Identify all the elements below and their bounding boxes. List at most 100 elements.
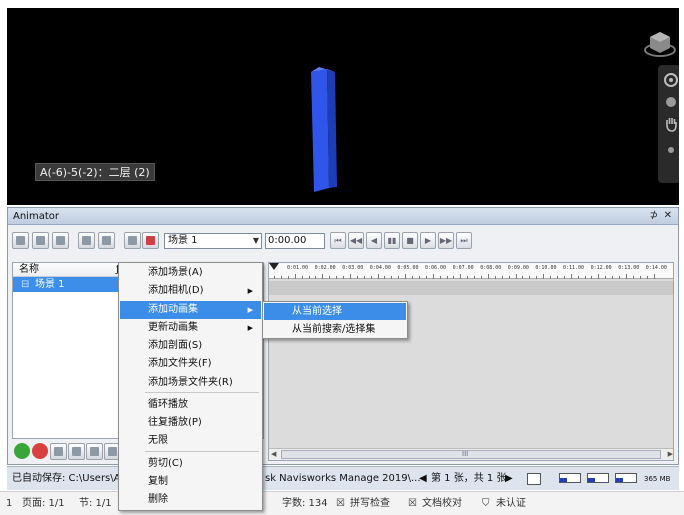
blue-column-object[interactable] (309, 66, 339, 194)
animator-toolbar: 场景 1 ▼ 0:00.00 ⏮ ◀◀ ◀ ▮▮ ■ ▶ ▶▶ ⏭ (8, 228, 680, 254)
3d-viewport[interactable]: A(-6)-5(-2)：二层 (2) (7, 8, 679, 205)
ruler-mark (287, 276, 289, 279)
submenu-item[interactable]: 从当前搜索/选择集 (264, 321, 406, 338)
ruler-tick-label: 0:14.00 (645, 265, 667, 271)
expand-icon[interactable]: ⊟ (21, 277, 29, 292)
submenu-item[interactable]: 从当前选择 (264, 303, 406, 320)
ruler-mark (625, 274, 627, 279)
fast-forward-icon[interactable]: ⏭ (456, 232, 472, 249)
ruler-mark (598, 274, 600, 279)
capture-keyframe-icon[interactable] (78, 232, 95, 249)
ruler-mark (453, 276, 455, 279)
ruler-mark (632, 276, 634, 279)
context-menu: 添加场景(A) 添加相机(D) ▶ 添加动画集 ▶ 更新动画集 ▶ 添加剖面(S) 添加文件夹(… (118, 262, 263, 511)
play-icon[interactable]: ▶ (420, 232, 436, 249)
ruler-tick-label: 0:11.00 (563, 265, 585, 271)
pin-icon[interactable]: ⊅ (650, 209, 658, 223)
word-count[interactable]: 字数: 134 (282, 495, 328, 513)
step-forward-icon[interactable]: ▶▶ (438, 232, 454, 249)
ruler-mark (605, 276, 607, 279)
remove-icon[interactable] (32, 443, 48, 459)
ruler-mark (412, 276, 413, 279)
ruler-mark (487, 274, 489, 279)
ruler-mark (384, 276, 386, 279)
ruler-mark (474, 276, 476, 279)
ruler-tick-label: 0:05.00 (397, 265, 419, 271)
toggle-snap-icon[interactable] (124, 232, 141, 249)
context-menu-item[interactable]: 添加相机(D) ▶ (120, 282, 261, 300)
ruler-tick-label: 0:01.00 (287, 265, 309, 271)
section-count[interactable]: 节: 1/1 (79, 495, 112, 513)
stop-icon[interactable]: ■ (402, 232, 418, 249)
spell-check-icon[interactable]: ☒ (336, 495, 345, 513)
context-menu-item[interactable]: 添加场景文件夹(R) (120, 374, 261, 392)
zoom-in-icon[interactable] (86, 443, 103, 460)
context-menu-item[interactable]: 往复播放(P) (120, 414, 261, 432)
ruler-mark (639, 276, 641, 279)
proofread-label[interactable]: 文档校对 (422, 495, 462, 513)
proofread-icon[interactable]: ☒ (408, 495, 417, 513)
context-menu-item[interactable]: 无限 (120, 432, 261, 450)
menu-separator (145, 451, 259, 452)
context-menu-item[interactable]: 添加场景(A) (120, 264, 261, 282)
next-sheet-icon[interactable]: ▶ (505, 467, 513, 491)
add-animation-set-icon[interactable] (32, 232, 49, 249)
scroll-right-icon[interactable]: ▶ (668, 449, 673, 460)
move-down-icon[interactable] (68, 443, 85, 460)
tree-row-label: 场景 1 (35, 279, 65, 290)
scene-select[interactable]: 场景 1 ▼ (164, 233, 262, 249)
timeline-track-scene-1[interactable] (269, 281, 673, 295)
move-up-icon[interactable] (50, 443, 67, 460)
ruler-tick-label: 0:06.00 (425, 265, 447, 271)
add-icon[interactable] (14, 443, 30, 459)
context-menu-item[interactable]: 更新动画集 ▶ (120, 319, 261, 337)
steering-wheel-icon[interactable] (658, 69, 679, 91)
context-menu-item[interactable]: 循环播放 (120, 396, 261, 414)
viewcube-icon[interactable] (643, 26, 677, 60)
context-menu-item[interactable]: 删除 (120, 491, 261, 509)
orbit-icon[interactable] (658, 91, 679, 113)
spell-check-label[interactable]: 拼写检查 (350, 495, 390, 513)
time-field[interactable]: 0:00.00 (265, 233, 325, 249)
ruler-tick-label: 0:07.00 (452, 265, 474, 271)
context-menu-item[interactable]: 添加文件夹(F) (120, 355, 261, 373)
context-menu-item[interactable]: 添加动画集 ▶ (120, 301, 261, 319)
ruler-mark (501, 276, 503, 279)
memory-usage: 365 MB (644, 475, 671, 483)
pause-icon[interactable]: ▮▮ (384, 232, 400, 249)
playhead-marker[interactable] (269, 263, 279, 270)
context-menu-item[interactable]: 添加剖面(S) (120, 337, 261, 355)
context-menu-item[interactable]: 剪切(C) (120, 455, 261, 473)
close-icon[interactable]: ✕ (664, 209, 672, 223)
chevron-down-icon: ▼ (252, 236, 259, 245)
zoom-icon[interactable] (658, 139, 679, 161)
rewind-icon[interactable]: ⏮ (330, 232, 346, 249)
pencil-gauge (559, 473, 581, 483)
toggle-translate-icon[interactable] (98, 232, 115, 249)
ruler-mark (425, 276, 427, 279)
ruler-mark (550, 276, 551, 279)
step-back-icon[interactable]: ◀◀ (348, 232, 364, 249)
ruler-tick-label: 0:12.00 (590, 265, 612, 271)
timeline-scrollbar[interactable]: ◀ III ▶ (269, 448, 673, 460)
prev-sheet-icon[interactable]: ◀ (419, 467, 427, 491)
context-menu-item-label: 更新动画集 (148, 322, 198, 333)
update-animation-set-icon[interactable] (52, 232, 69, 249)
sheet-browser-icon[interactable] (527, 473, 541, 485)
ruler-mark (329, 276, 331, 279)
animator-titlebar: Animator ⊅ ✕ (8, 208, 678, 225)
scroll-left-icon[interactable]: ◀ (271, 449, 276, 460)
page-count[interactable]: 页面: 1/1 (22, 495, 65, 513)
context-menu-item[interactable]: 复制 (120, 473, 261, 491)
timeline-view[interactable]: 0:01.00 0:02.00 0:03.00 0:04.00 0:05.00 0:06.… (268, 262, 674, 461)
pan-hand-icon[interactable] (658, 113, 679, 135)
add-camera-icon[interactable] (12, 232, 29, 249)
ruler-mark (543, 274, 545, 279)
scroll-thumb[interactable]: III (281, 450, 661, 459)
ruler-mark (467, 276, 469, 279)
toggle-scale-icon[interactable] (142, 232, 159, 249)
timeline-ruler[interactable]: 0:01.00 0:02.00 0:03.00 0:04.00 0:05.00 0:06.… (269, 263, 673, 279)
context-menu-item-label: 删除 (148, 494, 168, 505)
certification-label[interactable]: 未认证 (496, 495, 526, 513)
play-reverse-icon[interactable]: ◀ (366, 232, 382, 249)
